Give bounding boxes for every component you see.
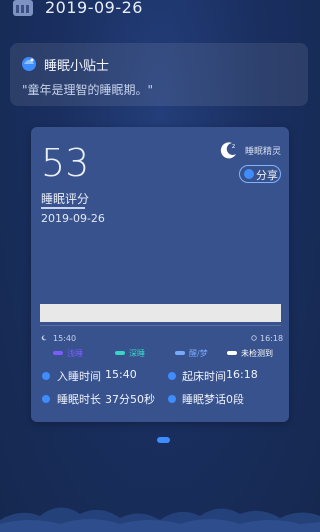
svg-text:z: z (232, 143, 235, 150)
wake-time-dot (168, 372, 176, 380)
sleep-time-label: 入睡时间 (57, 370, 101, 383)
legend-swatch-light (53, 351, 63, 355)
wake-time-value: 16:18 (226, 368, 258, 381)
sleep-tip-text: "童年是理智的睡眠期。" (22, 83, 154, 97)
start-time-label: 15:40 (53, 334, 77, 343)
sleep-stage-bar (40, 304, 281, 322)
end-time-label: 16:18 (260, 334, 284, 343)
legend-swatch-awake (175, 351, 185, 355)
duration-value: 37分50秒 (105, 393, 155, 406)
duration-label: 睡眠时长 (57, 393, 101, 406)
legend-swatch-undetected (227, 351, 237, 355)
page-indicator[interactable] (157, 437, 170, 443)
sleep-score: 53 (41, 141, 90, 185)
moon-small-icon (41, 335, 47, 341)
sleep-report-card: 53 睡眠评分 2019-09-26 z 睡眠精灵 分享 15:40 16:18… (31, 127, 289, 422)
sleep-time-value: 15:40 (105, 368, 137, 381)
clock-small-icon (251, 335, 257, 341)
moon-icon: z (220, 142, 236, 159)
calendar-icon[interactable] (13, 0, 33, 16)
sleep-sprite-label: 睡眠精灵 (245, 147, 282, 157)
sleep-tip-title: 睡眠小贴士 (44, 59, 110, 74)
sleep-bar-baseline (40, 325, 281, 326)
report-date: 2019-09-26 (41, 212, 105, 225)
dream-talk-value: 0段 (226, 393, 244, 406)
sleep-time-dot (42, 372, 50, 380)
current-date: 2019-09-26 (45, 0, 143, 17)
wake-time-label: 起床时间 (182, 370, 226, 383)
sleep-tip-icon (22, 57, 36, 71)
cloud-decoration (0, 507, 320, 532)
share-button[interactable]: 分享 (239, 165, 281, 183)
score-underline (41, 207, 85, 209)
share-icon (244, 169, 254, 179)
dream-talk-label: 睡眠梦话 (182, 393, 226, 406)
sleep-tip-card: 睡眠小贴士 "童年是理智的睡眠期。" (10, 43, 308, 106)
duration-dot (42, 395, 50, 403)
dream-talk-dot (168, 395, 176, 403)
share-label: 分享 (256, 169, 278, 182)
legend-swatch-deep (115, 351, 125, 355)
sleep-score-label: 睡眠评分 (41, 192, 90, 206)
top-bar: 2019-09-26 (0, 0, 320, 22)
